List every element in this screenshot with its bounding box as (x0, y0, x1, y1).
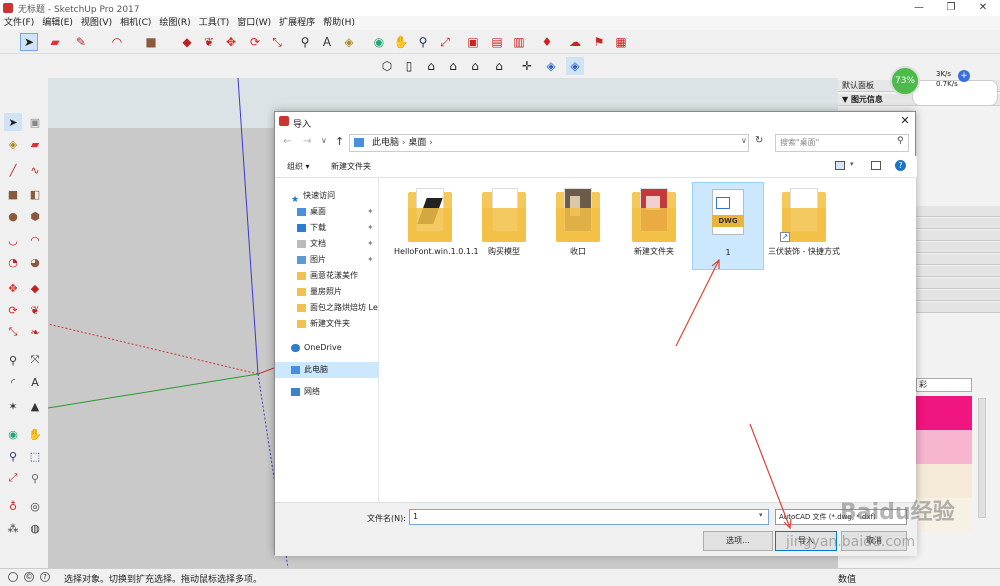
watermark-url: jingyan.baidu.com (786, 534, 916, 550)
watermark-brand: Baidu经验 (840, 500, 955, 525)
